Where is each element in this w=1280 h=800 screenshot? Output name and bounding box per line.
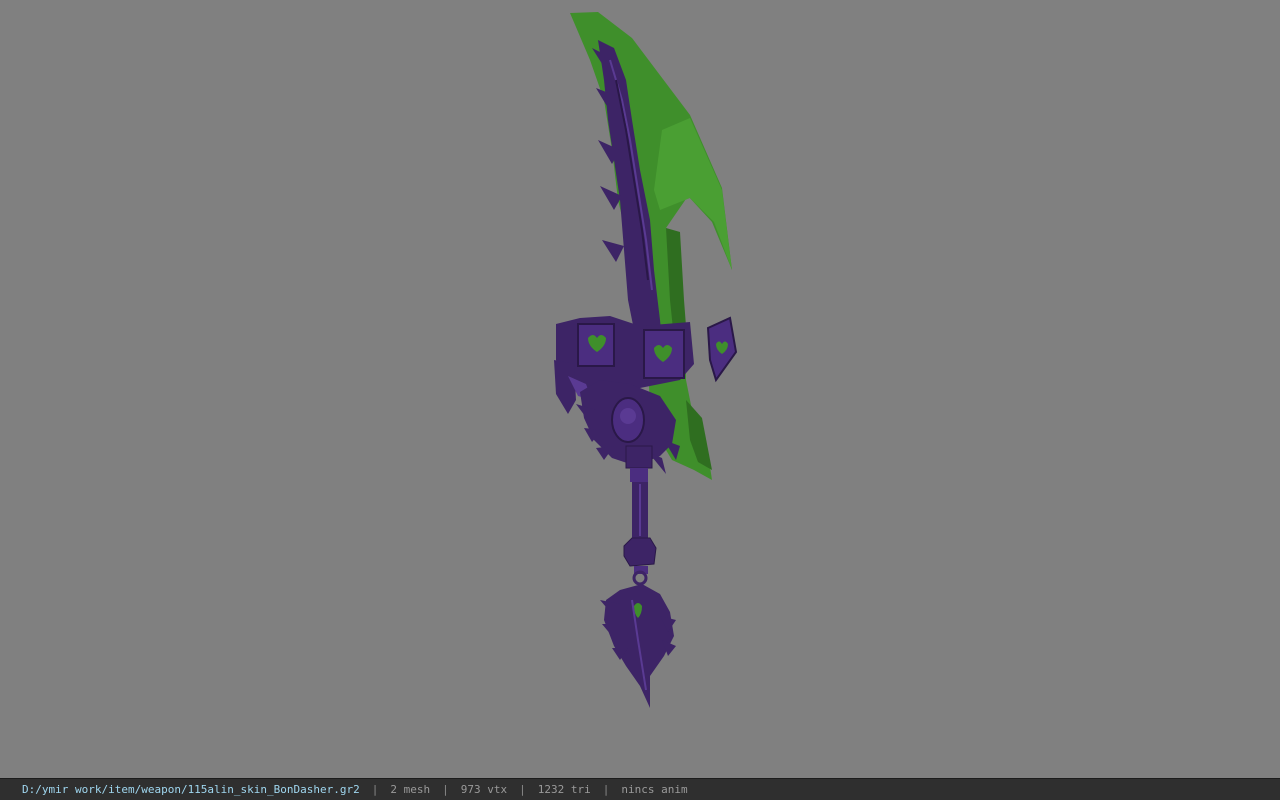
file-path: D:/ymir work/item/weapon/115alin_skin_Bo… <box>22 783 360 796</box>
separator: | <box>442 783 449 796</box>
vertex-count: 973 vtx <box>460 783 508 796</box>
separator: | <box>371 783 379 796</box>
status-bar: D:/ymir work/item/weapon/115alin_skin_Bo… <box>0 778 1280 800</box>
animation-status: nincs anim <box>621 783 688 796</box>
pommel-tassel <box>600 584 676 708</box>
weapon-model-render <box>554 12 738 708</box>
mesh-count: 2 mesh <box>390 783 431 796</box>
separator: | <box>519 783 526 796</box>
triangle-count: 1232 tri <box>537 783 591 796</box>
3d-viewport[interactable] <box>0 0 1280 778</box>
handle <box>623 445 657 586</box>
separator: | <box>602 783 610 796</box>
